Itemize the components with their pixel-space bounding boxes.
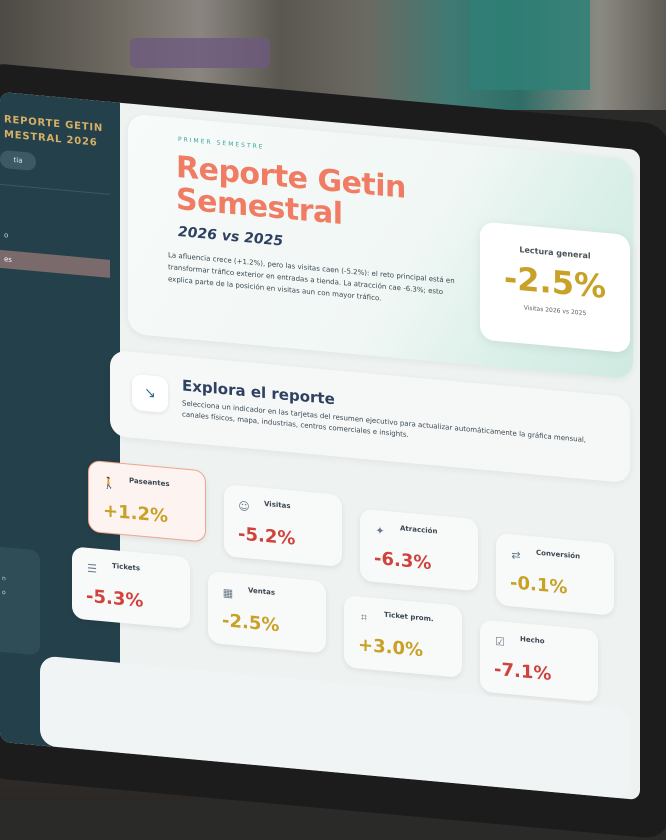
- visitor-icon: ☺: [238, 499, 250, 514]
- sidebar-card-text: n: [2, 575, 6, 583]
- metric-card[interactable]: ☑ Hecho -7.1%: [480, 619, 598, 703]
- metric-label: Ventas: [248, 586, 276, 597]
- sidebar-item-1[interactable]: o: [0, 226, 110, 254]
- background-object: [130, 38, 270, 68]
- tablet-screen: REPORTE GETIN MESTRAL 2026 tia o es n o …: [0, 91, 640, 801]
- metric-label: Hecho: [520, 635, 545, 646]
- tablet-frame: REPORTE GETIN MESTRAL 2026 tia o es n o …: [0, 62, 666, 840]
- hero-panel: PRIMER SEMESTRE Reporte Getin Semestral …: [128, 113, 633, 380]
- metric-label: Atracción: [400, 524, 438, 536]
- metric-card[interactable]: ⌗ Ticket prom. +3.0%: [344, 595, 462, 678]
- metric-value: -0.1%: [510, 572, 568, 599]
- metric-value: +3.0%: [358, 634, 424, 662]
- sidebar-chip[interactable]: tia: [0, 149, 36, 172]
- sidebar-item-0[interactable]: [0, 200, 110, 228]
- sidebar: REPORTE GETIN MESTRAL 2026 tia o es n o: [0, 91, 120, 753]
- metric-label: Conversión: [536, 548, 581, 561]
- kpi-card: Lectura general -2.5% Visitas 2026 vs 20…: [480, 221, 630, 354]
- explore-description: Selecciona un indicador en las tarjetas …: [182, 399, 587, 445]
- done-icon: ☑: [495, 634, 505, 649]
- hero-description: La afluencia crece (+1.2%), pero las vis…: [168, 251, 455, 303]
- metric-card[interactable]: ✦ Atracción -6.3%: [360, 508, 478, 592]
- metric-card[interactable]: ☰ Tickets -5.3%: [72, 546, 190, 630]
- attraction-icon: ✦: [375, 523, 385, 538]
- main-content: PRIMER SEMESTRE Reporte Getin Semestral …: [40, 103, 640, 800]
- metric-value: -5.3%: [86, 585, 144, 612]
- metric-label: Visitas: [264, 499, 291, 511]
- metric-card[interactable]: ☺ Visitas -5.2%: [224, 484, 342, 567]
- metric-card[interactable]: 🚶 Paseantes +1.2%: [88, 459, 206, 543]
- avg-ticket-icon: ⌗: [360, 610, 368, 625]
- sidebar-card-text: o: [2, 589, 6, 597]
- sidebar-title: REPORTE GETIN MESTRAL 2026: [4, 112, 114, 152]
- metric-card[interactable]: ▦ Ventas -2.5%: [208, 570, 326, 654]
- metric-value: +1.2%: [103, 500, 169, 528]
- walker-icon: 🚶: [102, 476, 116, 491]
- metric-label: Tickets: [112, 562, 141, 573]
- pointer-icon: ↘: [132, 373, 168, 414]
- sidebar-item-active[interactable]: es: [0, 249, 110, 278]
- ticket-icon: ☰: [87, 561, 97, 576]
- background-object: [470, 0, 590, 90]
- page-title: Reporte Getin Semestral: [176, 149, 406, 232]
- metric-value: -6.3%: [374, 547, 432, 575]
- metric-label: Ticket prom.: [384, 610, 434, 624]
- conversion-icon: ⇄: [511, 548, 521, 563]
- metric-value: -7.1%: [494, 658, 552, 686]
- kpi-value: -2.5%: [503, 258, 607, 306]
- metric-value: -5.2%: [238, 523, 296, 550]
- metric-card[interactable]: ⇄ Conversión -0.1%: [496, 532, 614, 616]
- sales-icon: ▦: [222, 586, 234, 601]
- metric-label: Paseantes: [129, 476, 170, 489]
- metric-value: -2.5%: [222, 610, 280, 637]
- hero-kicker: PRIMER SEMESTRE: [178, 136, 265, 151]
- sidebar-info-card: n o: [0, 546, 40, 656]
- sidebar-divider: [0, 183, 110, 195]
- page-subtitle: 2026 vs 2025: [178, 224, 284, 250]
